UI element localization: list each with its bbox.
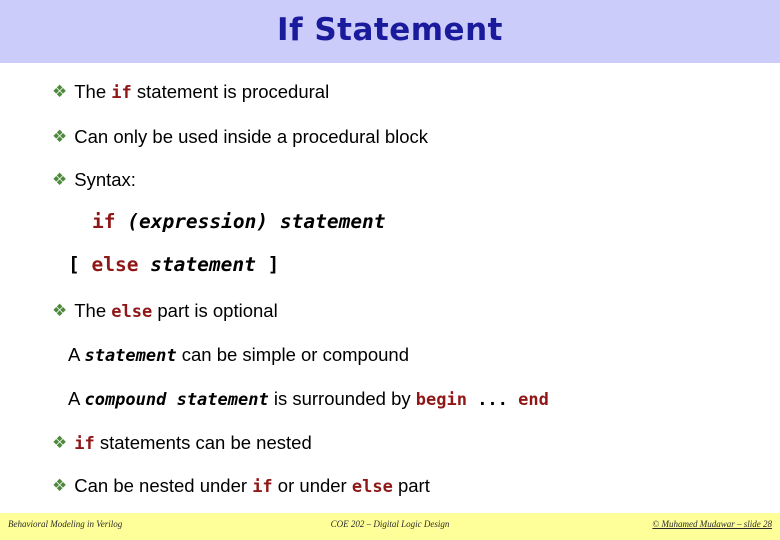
keyword-end: end <box>518 390 549 410</box>
sub-2-text-mid: is surrounded by <box>268 388 416 409</box>
bullet-3-text: Syntax: <box>74 169 136 190</box>
syntax-statement: statement <box>150 253 256 276</box>
syntax-space-3 <box>138 253 150 276</box>
syntax-space-2 <box>268 210 280 233</box>
sub-item-2: A compound statement is surrounded by be… <box>68 388 549 411</box>
diamond-bullet-icon: ❖ <box>52 476 68 496</box>
bullet-item-1: ❖ The if statement is procedural <box>52 81 329 104</box>
bullet-6-text-pre: Can be nested under <box>74 475 253 496</box>
diamond-bullet-icon: ❖ <box>52 82 68 102</box>
diamond-bullet-icon: ❖ <box>52 170 68 190</box>
syntax-close-bracket: ] <box>255 253 280 276</box>
syntax-statement: statement <box>279 210 386 233</box>
bullet-2-text: Can only be used inside a procedural blo… <box>74 126 429 147</box>
keyword-if: if <box>92 210 116 233</box>
keyword-if: if <box>111 83 132 103</box>
syntax-expression: (expression) <box>127 210 269 233</box>
bullet-5-text-post: statements can be nested <box>94 432 312 453</box>
bullet-6-text-post: part <box>392 475 430 496</box>
bullet-1-text-post: statement is procedural <box>131 81 330 102</box>
bullet-item-4: ❖ The else part is optional <box>52 300 278 323</box>
sub-1-text-post: can be simple or compound <box>176 344 409 365</box>
syntax-line-else: [ else statement ] <box>68 254 279 277</box>
diamond-bullet-icon: ❖ <box>52 301 68 321</box>
sub-2-text-pre: A <box>68 388 85 409</box>
bullet-item-2: ❖ Can only be used inside a procedural bl… <box>52 126 428 148</box>
bullet-6-text-mid: or under <box>272 475 352 496</box>
bullet-4-text-pre: The <box>74 300 112 321</box>
term-statement: statement <box>84 346 177 366</box>
bullet-4-text-post: part is optional <box>152 300 278 321</box>
slide-body: ❖ The if statement is procedural ❖ Can onl… <box>0 63 780 513</box>
page-title: If Statement <box>277 12 503 48</box>
keyword-else: else <box>91 253 139 276</box>
keyword-else: else <box>351 477 393 497</box>
syntax-line-if: if (expression) statement <box>92 211 386 234</box>
bullet-item-3: ❖ Syntax: <box>52 169 136 191</box>
keyword-else: else <box>111 302 153 322</box>
sub-item-1: A statement can be simple or compound <box>68 344 409 367</box>
bullet-item-6: ❖ Can be nested under if or under else pa… <box>52 475 430 498</box>
syntax-space-1 <box>115 210 127 233</box>
keyword-begin: begin <box>415 390 467 410</box>
sub-1-text-pre: A <box>68 344 85 365</box>
keyword-if: if <box>74 434 95 454</box>
bullet-1-text-pre: The <box>74 81 112 102</box>
diamond-bullet-icon: ❖ <box>52 127 68 147</box>
footer-credit: © Muhamed Mudawar – slide 28 <box>652 519 772 529</box>
keyword-if: if <box>252 477 273 497</box>
bullet-item-5: ❖ if statements can be nested <box>52 432 312 455</box>
diamond-bullet-icon: ❖ <box>52 433 68 453</box>
syntax-open-bracket: [ <box>68 253 92 276</box>
ellipsis-text: ... <box>466 390 519 410</box>
term-compound-statement: compound statement <box>84 390 269 410</box>
